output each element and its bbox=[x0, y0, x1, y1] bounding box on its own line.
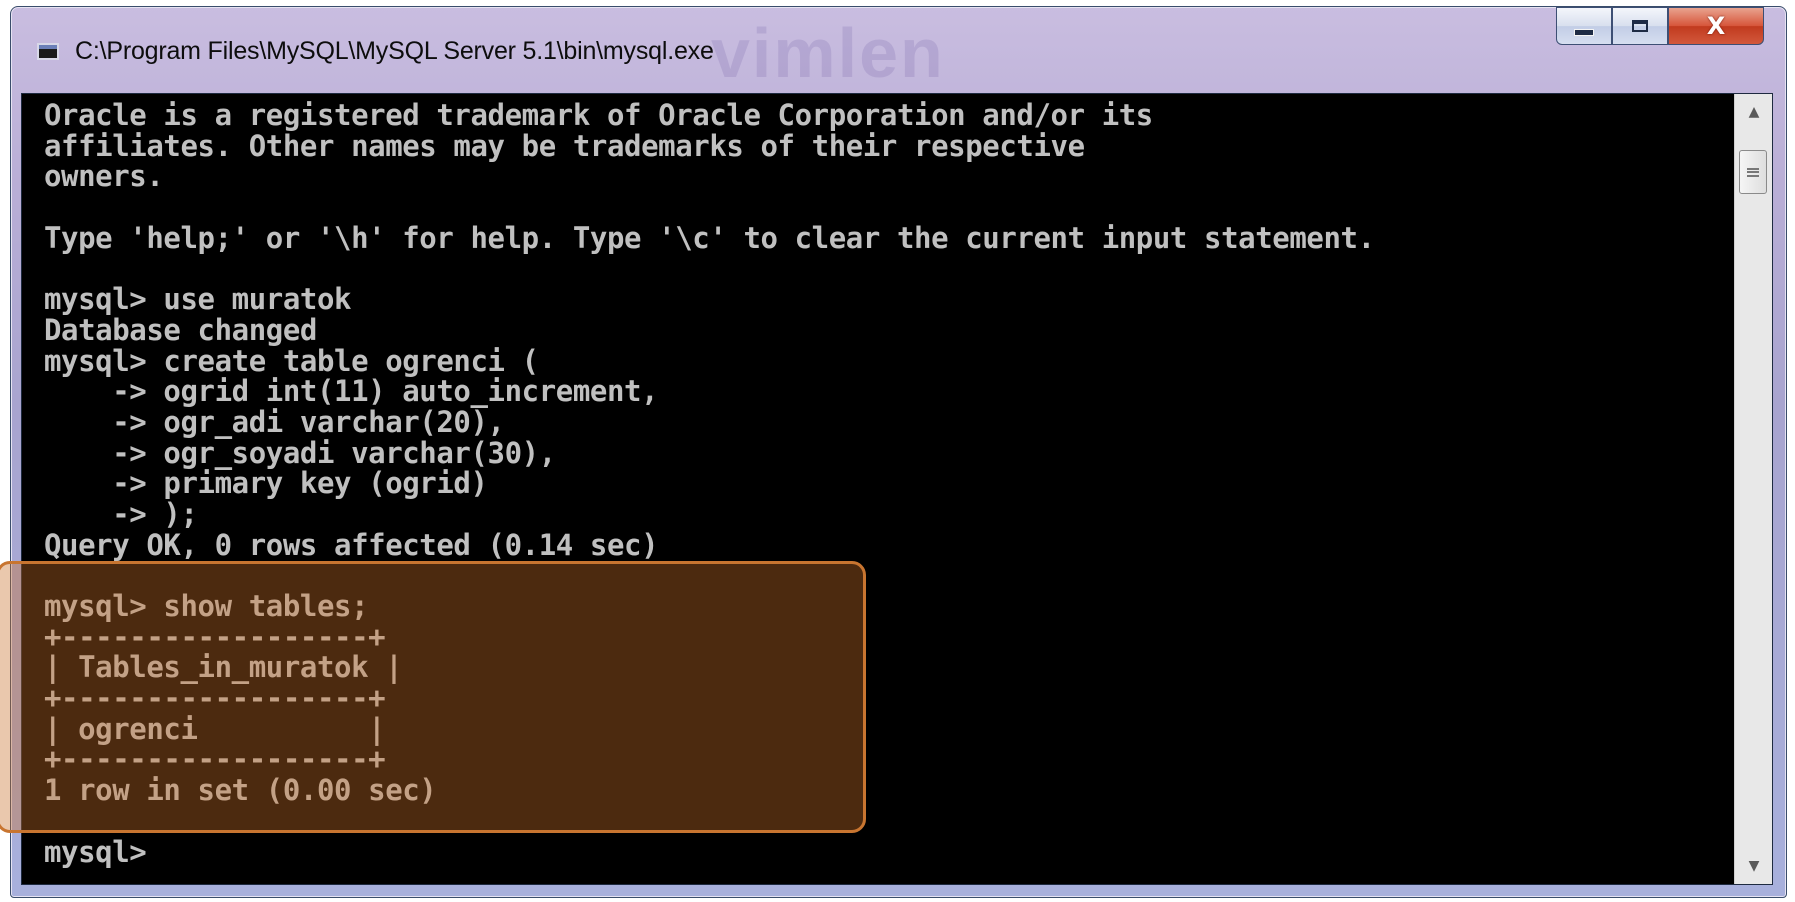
minimize-icon bbox=[1574, 28, 1594, 36]
console-line: owners. bbox=[44, 159, 164, 194]
console-line: mysql> use muratok bbox=[44, 282, 352, 317]
scroll-thumb[interactable] bbox=[1739, 150, 1767, 194]
vertical-scrollbar[interactable]: ▲ ▼ bbox=[1734, 94, 1772, 884]
console-line: | Tables_in_muratok | bbox=[44, 650, 403, 685]
console-window: vimlen C:\Program Files\MySQL\MySQL Serv… bbox=[10, 6, 1787, 898]
maximize-icon bbox=[1632, 20, 1648, 32]
console-line: Oracle is a registered trademark of Orac… bbox=[44, 98, 1153, 132]
console-line: mysql> create table ogrenci ( bbox=[44, 343, 539, 378]
close-button[interactable]: X bbox=[1668, 7, 1764, 45]
console-icon[interactable] bbox=[37, 43, 59, 60]
console-line: mysql> show tables; bbox=[44, 589, 369, 623]
title-bar[interactable]: vimlen C:\Program Files\MySQL\MySQL Serv… bbox=[11, 7, 1786, 93]
console-line: +------------------+ bbox=[44, 742, 386, 777]
console-line: 1 row in set (0.00 sec) bbox=[44, 773, 437, 808]
arrow-up-icon[interactable]: ▲ bbox=[1735, 94, 1773, 130]
window-title: C:\Program Files\MySQL\MySQL Server 5.1\… bbox=[75, 37, 714, 65]
console-line: -> primary key (ogrid) bbox=[44, 466, 488, 501]
caption-buttons: X bbox=[1556, 7, 1764, 47]
console-line: -> ogrid int(11) auto_increment, bbox=[44, 374, 659, 409]
maximize-button[interactable] bbox=[1612, 7, 1668, 45]
arrow-down-icon[interactable]: ▼ bbox=[1735, 848, 1773, 884]
title-watermark: vimlen bbox=[711, 14, 945, 92]
console-line: +------------------+ bbox=[44, 681, 386, 716]
console-line: -> ); bbox=[44, 496, 198, 531]
minimize-button[interactable] bbox=[1556, 7, 1612, 45]
console-line: | ogrenci | bbox=[44, 711, 386, 746]
console-line: Query OK, 0 rows affected (0.14 sec) bbox=[44, 527, 659, 562]
console-line: -> ogr_soyadi varchar(30), bbox=[44, 435, 556, 470]
console-line: -> ogr_adi varchar(20), bbox=[44, 404, 505, 439]
console-line: Type 'help;' or '\h' for help. Type '\c'… bbox=[44, 220, 1375, 255]
close-icon: X bbox=[1706, 12, 1726, 40]
console-line: +------------------+ bbox=[44, 619, 386, 654]
console-line: mysql> bbox=[44, 834, 147, 869]
grip-icon bbox=[1747, 167, 1759, 177]
console-line: affiliates. Other names may be trademark… bbox=[44, 128, 1085, 163]
console-line: Database changed bbox=[44, 312, 317, 347]
console-output[interactable]: Oracle is a registered trademark of Orac… bbox=[21, 93, 1773, 885]
console-text: Oracle is a registered trademark of Orac… bbox=[44, 100, 1724, 880]
